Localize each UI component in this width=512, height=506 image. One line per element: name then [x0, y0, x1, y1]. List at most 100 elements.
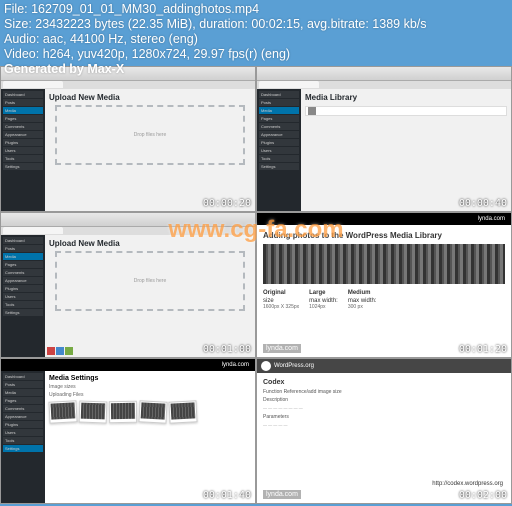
media-thumb[interactable]	[56, 347, 64, 355]
table-row[interactable]	[305, 106, 507, 116]
sidebar-item-appearance[interactable]: Appearance	[259, 131, 299, 138]
wordpress-logo-icon	[261, 361, 271, 371]
sidebar-item-users[interactable]: Users	[3, 147, 43, 154]
generated-line: Generated by Max-X	[4, 62, 427, 77]
page-title: Upload New Media	[49, 239, 251, 248]
tab[interactable]	[3, 227, 63, 234]
audio-line: Audio: aac, 44100 Hz, stereo (eng)	[4, 32, 427, 47]
sidebar-item-plugins[interactable]: Plugins	[259, 139, 299, 146]
site-brand: WordPress.org	[274, 363, 314, 369]
sidebar-item-settings[interactable]: Settings	[3, 445, 43, 452]
sidebar-item-pages[interactable]: Pages	[3, 261, 43, 268]
sidebar-item-plugins[interactable]: Plugins	[3, 285, 43, 292]
wp-sidebar: Dashboard Posts Media Pages Comments App…	[1, 89, 45, 211]
sidebar-item-users[interactable]: Users	[3, 429, 43, 436]
sidebar-item-appearance[interactable]: Appearance	[3, 277, 43, 284]
sidebar-item-media[interactable]: Media	[3, 107, 43, 114]
sidebar-item-tools[interactable]: Tools	[259, 155, 299, 162]
sidebar-item-tools[interactable]: Tools	[3, 437, 43, 444]
section-uploading: Uploading Files	[49, 392, 251, 398]
hero-image	[263, 244, 505, 284]
wp-main: Media Library	[301, 89, 511, 211]
wp-admin: Dashboard Posts Media Pages Comments App…	[257, 89, 511, 211]
dropzone-text: Drop files here	[134, 132, 167, 138]
codex-text: — — — — —	[263, 422, 505, 427]
upload-dropzone[interactable]: Drop files here	[55, 105, 245, 165]
codex-text: — — — — — — — —	[263, 405, 505, 410]
media-thumb	[308, 107, 316, 115]
sidebar-item-pages[interactable]: Pages	[259, 115, 299, 122]
sidebar-item-settings[interactable]: Settings	[3, 309, 43, 316]
codex-body: Codex Function Reference/add image size …	[257, 373, 511, 433]
lynda-logo: lynda.com	[478, 216, 505, 222]
sidebar-item-comments[interactable]: Comments	[259, 123, 299, 130]
media-thumb[interactable]	[47, 347, 55, 355]
sidebar-item-comments[interactable]: Comments	[3, 405, 43, 412]
page-title: Upload New Media	[49, 93, 251, 102]
size-label: Original	[263, 290, 299, 296]
sidebar-item-comments[interactable]: Comments	[3, 123, 43, 130]
size-dim: 1024px	[309, 304, 338, 310]
sidebar-item-media[interactable]: Media	[259, 107, 299, 114]
sidebar-item-dashboard[interactable]: Dashboard	[259, 91, 299, 98]
polaroid-image	[48, 400, 77, 423]
codex-section-params: Parameters	[263, 414, 505, 420]
header-bar: lynda.com	[1, 359, 255, 371]
polaroid-image	[79, 401, 108, 424]
sidebar-item-appearance[interactable]: Appearance	[3, 131, 43, 138]
timestamp: 00:02:00	[459, 490, 507, 501]
sidebar-item-comments[interactable]: Comments	[3, 269, 43, 276]
browser-toolbar	[1, 213, 255, 227]
browser-tabs	[257, 81, 511, 89]
image-previews	[49, 401, 251, 423]
tab[interactable]	[3, 81, 63, 88]
sidebar-item-media[interactable]: Media	[3, 253, 43, 260]
size-line: Size: 23432223 bytes (22.35 MiB), durati…	[4, 17, 427, 32]
bicycle-image	[141, 402, 166, 419]
sidebar-item-posts[interactable]: Posts	[3, 99, 43, 106]
section-image-sizes: Image sizes	[49, 384, 251, 390]
codex-header: WordPress.org	[257, 359, 511, 373]
sidebar-item-media[interactable]: Media	[3, 389, 43, 396]
sidebar-item-posts[interactable]: Posts	[3, 245, 43, 252]
sidebar-item-pages[interactable]: Pages	[3, 115, 43, 122]
size-original: Original size 1600px X 325px	[263, 290, 299, 310]
sidebar-item-dashboard[interactable]: Dashboard	[3, 237, 43, 244]
lynda-watermark: lynda.com	[263, 344, 301, 353]
codex-function: Function Reference/add image size	[263, 389, 505, 395]
sidebar-item-settings[interactable]: Settings	[3, 163, 43, 170]
timestamp: 00:00:20	[203, 198, 251, 209]
sidebar-item-pages[interactable]: Pages	[3, 397, 43, 404]
lynda-logo: lynda.com	[222, 362, 249, 368]
dropzone-text: Drop files here	[134, 278, 167, 284]
sidebar-item-dashboard[interactable]: Dashboard	[3, 373, 43, 380]
size-medium: Medium max width: 300 px	[348, 290, 377, 310]
sidebar-item-posts[interactable]: Posts	[3, 381, 43, 388]
codex-url: http://codex.wordpress.org	[432, 481, 503, 487]
media-list	[305, 106, 507, 116]
slide-content: Adding photos to the WordPress Media Lib…	[257, 225, 511, 316]
sidebar-item-dashboard[interactable]: Dashboard	[3, 91, 43, 98]
sidebar-item-plugins[interactable]: Plugins	[3, 139, 43, 146]
sidebar-item-settings[interactable]: Settings	[259, 163, 299, 170]
wp-sidebar: Dashboard Posts Media Pages Comments App…	[257, 89, 301, 211]
page-title: Media Library	[305, 93, 507, 102]
sidebar-item-plugins[interactable]: Plugins	[3, 421, 43, 428]
polaroid-image	[109, 401, 137, 423]
media-info-overlay: File: 162709_01_01_MM30_addinghotos.mp4 …	[4, 2, 427, 77]
sidebar-item-tools[interactable]: Tools	[3, 155, 43, 162]
sidebar-item-posts[interactable]: Posts	[259, 99, 299, 106]
tab[interactable]	[259, 81, 319, 88]
sidebar-item-users[interactable]: Users	[3, 293, 43, 300]
frame-6: WordPress.org Codex Function Reference/a…	[256, 358, 512, 504]
wp-main: Upload New Media Drop files here	[45, 235, 255, 357]
wp-sidebar: Dashboard Posts Media Pages Comments App…	[1, 235, 45, 357]
sidebar-item-tools[interactable]: Tools	[3, 301, 43, 308]
sidebar-item-appearance[interactable]: Appearance	[3, 413, 43, 420]
header-bar: lynda.com	[257, 213, 511, 225]
sidebar-item-users[interactable]: Users	[259, 147, 299, 154]
media-thumb[interactable]	[65, 347, 73, 355]
wp-sidebar: Dashboard Posts Media Pages Comments App…	[1, 371, 45, 503]
upload-dropzone[interactable]: Drop files here	[55, 251, 245, 311]
codex-title: Codex	[263, 379, 505, 386]
